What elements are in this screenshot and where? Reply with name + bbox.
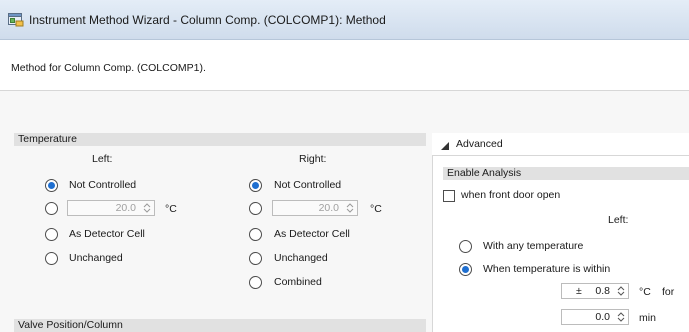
right-column-label: Right: xyxy=(299,153,327,165)
duration-value: 0.0 xyxy=(595,311,610,323)
enable-left-label: Left: xyxy=(608,214,629,226)
tolerance-spinbox[interactable]: ± 0.8 xyxy=(561,283,629,299)
enable-analysis-title: Enable Analysis xyxy=(447,167,522,179)
window-titlebar: Instrument Method Wizard - Column Comp. … xyxy=(0,0,689,40)
duration-unit: min xyxy=(639,312,656,324)
any-temperature-radio[interactable] xyxy=(459,240,472,253)
right-combined-radio[interactable] xyxy=(249,276,262,289)
valve-section-header: Valve Position/Column xyxy=(14,319,426,332)
left-temperature-radio[interactable] xyxy=(45,202,58,215)
spin-arrows-icon[interactable] xyxy=(616,285,626,297)
left-unchanged-label[interactable]: Unchanged xyxy=(69,252,123,265)
temperature-within-label[interactable]: When temperature is within xyxy=(483,263,610,276)
duration-spinbox[interactable]: 0.0 xyxy=(561,309,629,325)
spin-arrows-icon[interactable] xyxy=(616,311,626,323)
left-temperature-spinbox: 20.0 xyxy=(67,200,155,216)
wizard-header: Method for Column Comp. (COLCOMP1). xyxy=(0,40,689,90)
front-door-checkbox[interactable] xyxy=(443,190,455,202)
right-not-controlled-radio[interactable] xyxy=(249,179,262,192)
left-not-controlled-radio[interactable] xyxy=(45,179,58,192)
right-temperature-radio[interactable] xyxy=(249,202,262,215)
advanced-panel xyxy=(432,133,689,332)
spin-arrows-icon xyxy=(345,202,355,214)
left-not-controlled-label[interactable]: Not Controlled xyxy=(69,179,136,192)
temperature-section-header: Temperature xyxy=(14,133,426,146)
right-as-detector-cell-label[interactable]: As Detector Cell xyxy=(274,228,350,241)
right-unchanged-label[interactable]: Unchanged xyxy=(274,252,328,265)
right-temperature-unit: °C xyxy=(370,203,382,215)
tolerance-unit: °C xyxy=(639,286,651,298)
advanced-expander[interactable]: Advanced xyxy=(432,133,689,156)
enable-analysis-section-header: Enable Analysis xyxy=(443,167,689,180)
left-temperature-value: 20.0 xyxy=(115,202,136,214)
any-temperature-label[interactable]: With any temperature xyxy=(483,240,583,253)
plus-minus-sign: ± xyxy=(576,285,582,297)
right-temperature-spinbox: 20.0 xyxy=(272,200,358,216)
spin-arrows-icon xyxy=(142,202,152,214)
wizard-icon xyxy=(8,13,24,27)
temperature-within-radio[interactable] xyxy=(459,263,472,276)
left-as-detector-cell-radio[interactable] xyxy=(45,228,58,241)
left-unchanged-radio[interactable] xyxy=(45,252,58,265)
right-temperature-value: 20.0 xyxy=(318,202,339,214)
left-temperature-unit: °C xyxy=(165,203,177,215)
right-not-controlled-label[interactable]: Not Controlled xyxy=(274,179,341,192)
right-combined-label[interactable]: Combined xyxy=(274,276,322,289)
right-as-detector-cell-radio[interactable] xyxy=(249,228,262,241)
front-door-label[interactable]: when front door open xyxy=(461,189,560,202)
for-label: for xyxy=(662,286,675,298)
header-description: Method for Column Comp. (COLCOMP1). xyxy=(11,62,206,74)
advanced-title: Advanced xyxy=(456,138,503,150)
collapse-triangle-icon[interactable] xyxy=(441,141,449,150)
window-title: Instrument Method Wizard - Column Comp. … xyxy=(29,13,386,27)
left-column-label: Left: xyxy=(92,153,113,165)
tolerance-value: 0.8 xyxy=(595,285,610,297)
temperature-section-title: Temperature xyxy=(18,133,77,145)
right-unchanged-radio[interactable] xyxy=(249,252,262,265)
left-as-detector-cell-label[interactable]: As Detector Cell xyxy=(69,228,145,241)
valve-section-title: Valve Position/Column xyxy=(18,319,123,331)
